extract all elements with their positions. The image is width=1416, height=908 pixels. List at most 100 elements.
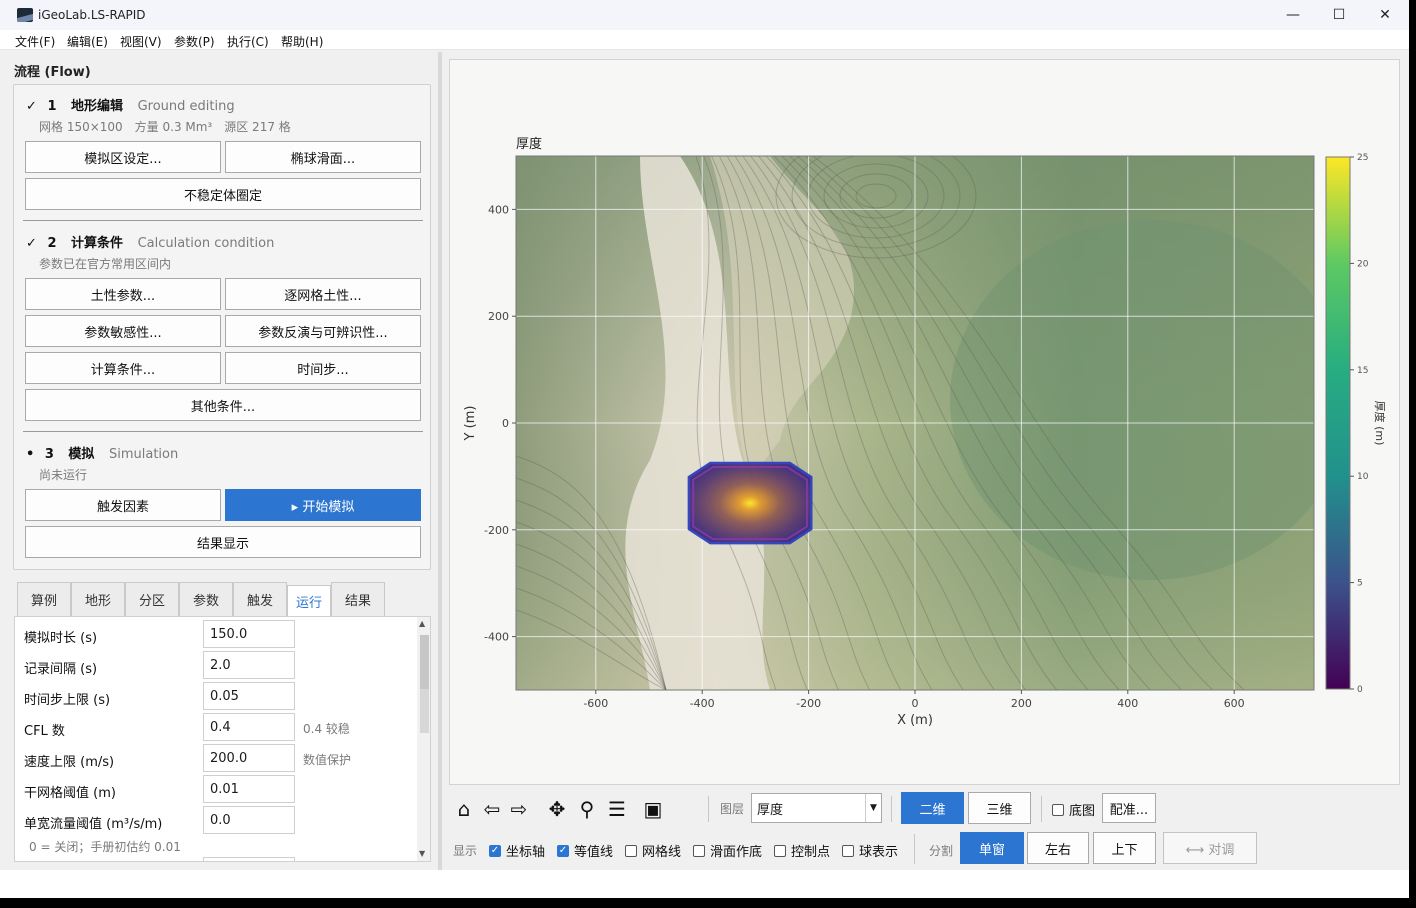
menu-file[interactable]: 文件(F) [15, 33, 55, 50]
menu-edit[interactable]: 编辑(E) [67, 33, 108, 50]
checkbox-box[interactable] [774, 844, 786, 857]
single-view-button[interactable]: 单窗 [960, 832, 1024, 864]
slip-surface-checkbox[interactable]: 滑面作底 [693, 841, 762, 860]
checkbox-box[interactable] [1052, 803, 1064, 816]
divider [1041, 796, 1042, 822]
tab-terrain[interactable]: 地形 [71, 582, 125, 616]
check-icon[interactable]: ✓ [489, 844, 501, 857]
register-button[interactable]: 配准... [1102, 793, 1156, 823]
max-timestep-input[interactable]: 0.05 [203, 682, 295, 710]
plot-panel: 厚度 -600 -400 -200 0 200 400 600 -400 -200 0 200 40… [449, 59, 1400, 785]
soil-params-button[interactable]: 土性参数... [25, 278, 221, 310]
sim-area-button[interactable]: 模拟区设定... [25, 141, 221, 173]
step2-summary: 参数已在官方常用区间内 [39, 257, 172, 271]
scroll-thumb-lower[interactable] [420, 689, 429, 733]
start-simulation-button[interactable]: ▸ 开始模拟 [225, 489, 421, 521]
step1-number: 1 [47, 99, 57, 114]
tab-params[interactable]: 参数 [179, 582, 233, 616]
view-2d-button[interactable]: 二维 [901, 792, 964, 824]
close-button[interactable]: ✕ [1362, 0, 1408, 30]
window-title: iGeoLab.LS-RAPID [38, 8, 146, 22]
tab-trigger[interactable]: 触发 [233, 582, 287, 616]
gridline-label: 网格线 [642, 845, 682, 860]
control-point-checkbox[interactable]: 控制点 [774, 841, 830, 860]
params-scrollbar[interactable]: ▲ ▼ [417, 617, 430, 861]
basemap-checkbox[interactable]: 底图 [1052, 800, 1095, 819]
slide-mass [687, 461, 813, 545]
save-icon[interactable]: ▣ [642, 797, 664, 821]
run-params-panel: 模拟时长 (s) 150.0 记录间隔 (s) 2.0 时间步上限 (s) 0.… [14, 616, 431, 862]
scroll-up-icon[interactable]: ▲ [419, 619, 425, 628]
settings-icon[interactable]: ☰ [606, 797, 628, 821]
contour-checkbox[interactable]: ✓ 等值线 [557, 841, 613, 860]
x-tick-label: 0 [912, 697, 919, 710]
home-icon[interactable]: ⌂ [453, 797, 475, 821]
swap-button[interactable]: ⟷ 对调 [1163, 832, 1257, 864]
menu-help[interactable]: 帮助(H) [281, 33, 323, 50]
velocity-limit-input[interactable]: 200.0 [203, 744, 295, 772]
title-bar: iGeoLab.LS-RAPID — ☐ ✕ [0, 0, 1409, 30]
axis-checkbox[interactable]: ✓ 坐标轴 [489, 841, 545, 860]
chart-title: 厚度 [516, 136, 542, 152]
cell-soil-button[interactable]: 逐网格土性... [225, 278, 421, 310]
cfl-input[interactable]: 0.4 [203, 713, 295, 741]
checkbox-box[interactable] [693, 844, 705, 857]
sphere-label: 球表示 [859, 845, 899, 860]
calc-conditions-button[interactable]: 计算条件... [25, 352, 221, 384]
tab-results[interactable]: 结果 [331, 582, 385, 616]
view-3d-button[interactable]: 三维 [968, 792, 1031, 824]
pan-icon[interactable]: ✥ [546, 797, 568, 821]
display-bar: 显示 ✓ 坐标轴 ✓ 等值线 网格线 滑面作底 控制点 球表示 分割 单窗 左右… [449, 830, 1400, 868]
divider [23, 431, 423, 432]
menu-run[interactable]: 执行(C) [227, 33, 269, 50]
param-label: CFL 数 [24, 724, 65, 739]
other-conditions-button[interactable]: 其他条件... [25, 389, 421, 421]
unstable-mass-button[interactable]: 不稳定体圈定 [25, 178, 421, 210]
divider [891, 796, 892, 822]
tab-case[interactable]: 算例 [17, 582, 71, 616]
next-param-input[interactable] [203, 857, 295, 861]
scroll-down-icon[interactable]: ▼ [419, 849, 425, 858]
checkbox-box[interactable] [625, 844, 637, 857]
chevron-down-icon[interactable]: ▼ [865, 794, 881, 822]
scroll-thumb[interactable] [420, 635, 429, 689]
tab-zones[interactable]: 分区 [125, 582, 179, 616]
zoom-icon[interactable]: ⚲ [576, 797, 598, 821]
layer-label: 图层 [720, 802, 745, 816]
step2-check-icon: ✓ [26, 236, 37, 251]
forward-icon[interactable]: ⇨ [508, 797, 530, 821]
menu-view[interactable]: 视图(V) [120, 33, 162, 50]
split-ud-button[interactable]: 上下 [1093, 832, 1156, 864]
back-icon[interactable]: ⇦ [481, 797, 503, 821]
param-label: 干网格阈值 (m) [24, 786, 116, 801]
tab-run[interactable]: 运行 [287, 585, 331, 617]
sphere-checkbox[interactable]: 球表示 [842, 841, 898, 860]
maximize-button[interactable]: ☐ [1316, 0, 1362, 30]
menu-params[interactable]: 参数(P) [174, 33, 215, 50]
gridline-checkbox[interactable]: 网格线 [625, 841, 681, 860]
minimize-button[interactable]: — [1270, 0, 1316, 30]
thickness-map[interactable]: 厚度 -600 -400 -200 0 200 400 600 -400-200020040… [450, 60, 1399, 784]
param-label: 速度上限 (m/s) [24, 755, 115, 770]
sensitivity-button[interactable]: 参数敏感性... [25, 315, 221, 347]
param-hint: 0 = 关闭；手册初估约 0.01 [29, 840, 181, 854]
layer-select[interactable]: 厚度 ▼ [751, 793, 882, 823]
ellipsoid-button[interactable]: 椭球滑面... [225, 141, 421, 173]
y-tick-label: 400 [488, 203, 509, 216]
record-interval-input[interactable]: 2.0 [203, 651, 295, 679]
show-results-button[interactable]: 结果显示 [25, 526, 421, 558]
timestep-button[interactable]: 时间步... [225, 352, 421, 384]
checkbox-box[interactable] [842, 844, 854, 857]
check-icon[interactable]: ✓ [557, 844, 569, 857]
plot-area [516, 156, 1314, 690]
sim-duration-input[interactable]: 150.0 [203, 620, 295, 648]
unit-flux-threshold-input[interactable]: 0.0 [203, 806, 295, 834]
flow-panel: ✓ 1 地形编辑 Ground editing 网格 150×100 方量 0.… [13, 84, 431, 570]
panel-splitter[interactable] [438, 52, 442, 898]
split-lr-button[interactable]: 左右 [1027, 832, 1089, 864]
step3-name: 模拟 [68, 447, 95, 462]
trigger-factors-button[interactable]: 触发因素 [25, 489, 221, 521]
inversion-button[interactable]: 参数反演与可辨识性... [225, 315, 421, 347]
dry-threshold-input[interactable]: 0.01 [203, 775, 295, 803]
step2-number: 2 [47, 236, 57, 251]
